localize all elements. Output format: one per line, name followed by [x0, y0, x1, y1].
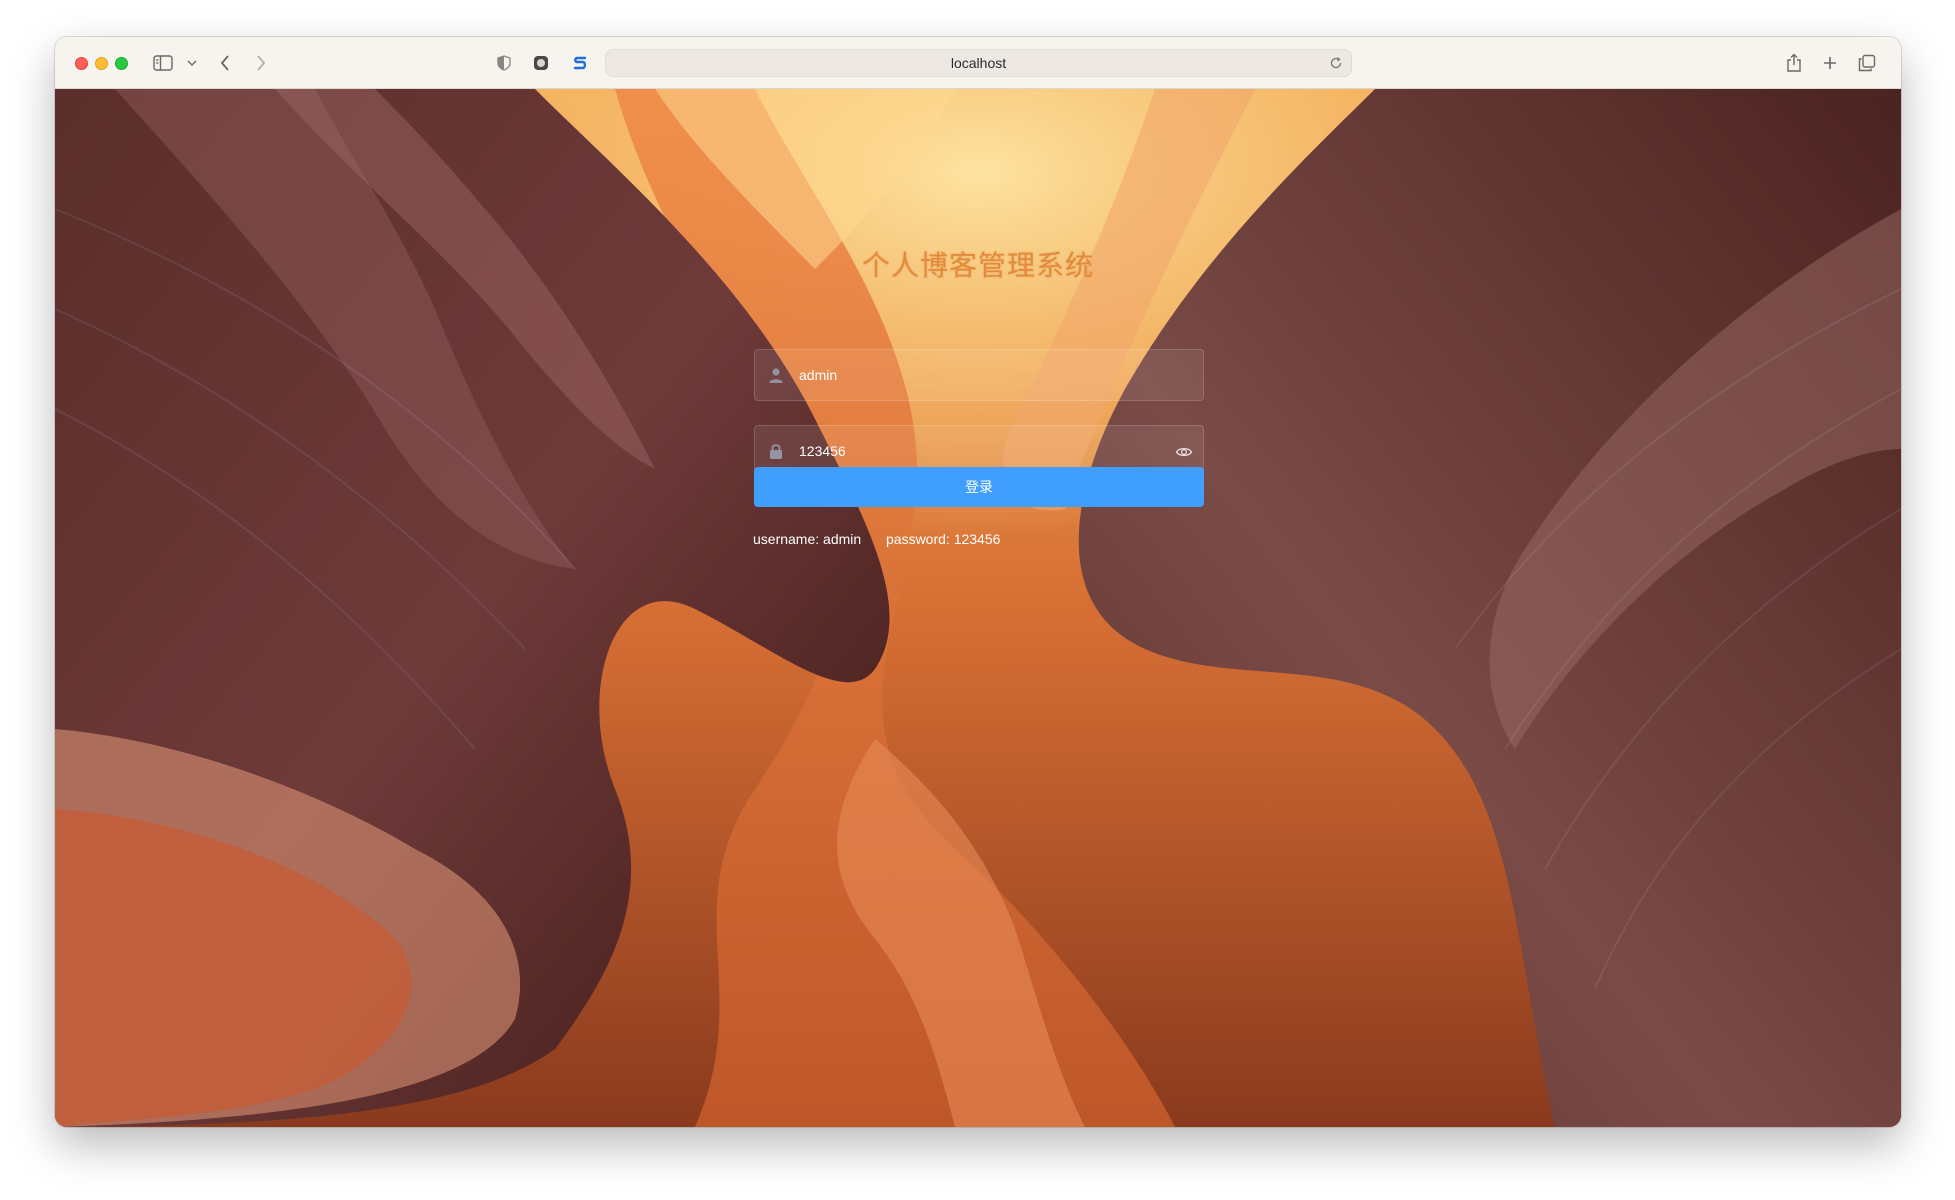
address-bar[interactable]: localhost: [605, 49, 1352, 77]
page-title: 个人博客管理系统: [861, 249, 1094, 282]
password-hint: password: 123456: [886, 531, 1001, 547]
chevron-down-icon[interactable]: [185, 50, 199, 76]
close-window-button[interactable]: [75, 57, 88, 70]
reload-icon[interactable]: [1329, 56, 1343, 73]
browser-toolbar: localhost: [55, 37, 1901, 89]
share-icon[interactable]: [1784, 50, 1804, 76]
browser-window: localhost 个人博客管理系统 admin 123456 登录 usern…: [55, 37, 1901, 1127]
lock-icon: [767, 442, 785, 465]
record-icon[interactable]: [532, 50, 550, 76]
tabs-overview-icon[interactable]: [1856, 50, 1878, 76]
zoom-window-button[interactable]: [115, 57, 128, 70]
shield-icon[interactable]: [495, 50, 513, 76]
show-password-eye-icon[interactable]: [1175, 443, 1193, 466]
url-text: localhost: [950, 55, 1007, 71]
password-value: 123456: [799, 443, 846, 459]
login-page: 个人博客管理系统 admin 123456 登录 username: admin…: [55, 89, 1901, 1127]
extension-s-icon[interactable]: [571, 50, 589, 76]
username-hint: username: admin: [753, 531, 862, 547]
new-tab-icon[interactable]: [1820, 50, 1840, 76]
username-field[interactable]: admin: [754, 349, 1204, 401]
username-value: admin: [799, 367, 838, 383]
sidebar-icon[interactable]: [151, 50, 175, 76]
login-button[interactable]: 登录: [754, 467, 1204, 507]
user-icon: [767, 366, 785, 389]
forward-icon[interactable]: [251, 50, 271, 76]
minimize-window-button[interactable]: [95, 57, 108, 70]
back-icon[interactable]: [215, 50, 235, 76]
